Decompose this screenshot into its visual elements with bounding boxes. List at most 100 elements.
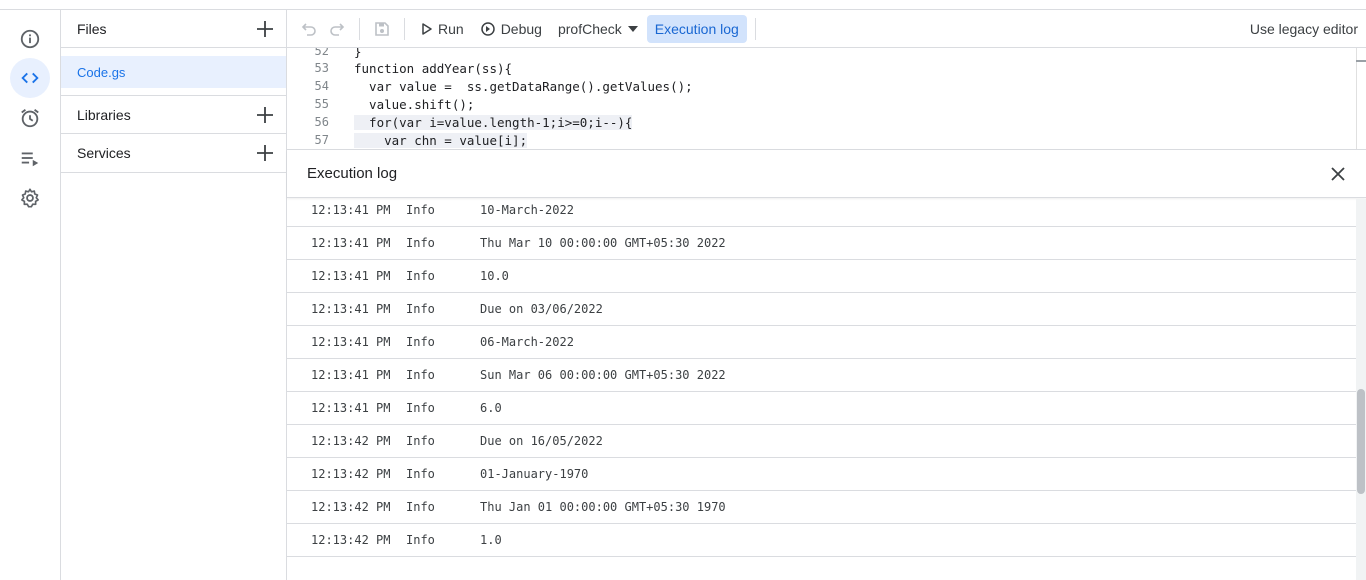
editor-scrollbar[interactable] xyxy=(1356,48,1366,150)
log-time: 12:13:41 PM xyxy=(311,335,391,349)
redo-icon xyxy=(330,22,345,36)
code-icon xyxy=(21,72,39,84)
log-message: 06-March-2022 xyxy=(480,335,574,349)
line-number: 56 xyxy=(314,115,329,129)
log-time: 12:13:42 PM xyxy=(311,434,391,448)
log-message: 01-January-1970 xyxy=(480,467,589,481)
execution-log-panel: Execution log 12:13:41 PM Info 10-March-20… xyxy=(287,149,1366,580)
save-button[interactable] xyxy=(368,15,396,43)
code-line: 54 var value = ss.getDataRange().getValu… xyxy=(287,77,1347,95)
files-title: Files xyxy=(77,20,107,37)
log-message: 1.0 xyxy=(480,533,502,547)
log-time: 12:13:41 PM xyxy=(311,236,391,250)
add-service-button[interactable] xyxy=(254,142,276,164)
code-editor[interactable]: 52 } 53 function addYear(ss){ 54 var val… xyxy=(287,48,1366,150)
log-level: Info xyxy=(406,368,435,382)
settings-button[interactable] xyxy=(10,178,50,218)
file-item-code-gs[interactable]: Code.gs xyxy=(61,56,286,88)
log-time: 12:13:41 PM xyxy=(311,269,391,283)
log-row: 12:13:41 PM Info Due on 03/06/2022 xyxy=(287,293,1356,326)
debug-label: Debug xyxy=(500,20,542,37)
editor-scrollbar-thumb[interactable] xyxy=(1356,60,1366,62)
log-message: Thu Mar 10 00:00:00 GMT+05:30 2022 xyxy=(480,236,726,250)
redo-button[interactable] xyxy=(323,15,351,43)
code-line: 57 var chn = value[i]; xyxy=(287,131,1347,149)
editor-button[interactable] xyxy=(10,58,50,98)
log-message: Due on 16/05/2022 xyxy=(480,434,603,448)
dropdown-arrow-icon xyxy=(627,25,638,32)
files-header: Files xyxy=(61,10,286,48)
log-time: 12:13:42 PM xyxy=(311,533,391,547)
line-number: 54 xyxy=(314,79,329,93)
code-text: var value = ss.getDataRange().getValues(… xyxy=(354,78,693,94)
line-number: 57 xyxy=(314,133,329,147)
plus-icon xyxy=(257,145,273,161)
log-row: 12:13:41 PM Info 06-March-2022 xyxy=(287,326,1356,359)
run-label: Run xyxy=(438,20,464,37)
log-time: 12:13:41 PM xyxy=(311,401,391,415)
files-panel: Files Code.gs Libraries Services xyxy=(61,10,287,580)
log-row: 12:13:42 PM Info 1.0 xyxy=(287,524,1356,557)
add-library-button[interactable] xyxy=(254,104,276,126)
debug-button[interactable]: Debug xyxy=(472,15,550,43)
executions-button[interactable] xyxy=(10,138,50,178)
run-button[interactable]: Run xyxy=(413,15,472,43)
undo-button[interactable] xyxy=(295,15,323,43)
execution-log-header: Execution log xyxy=(287,150,1366,198)
add-file-button[interactable] xyxy=(254,18,276,40)
execution-log-title: Execution log xyxy=(307,165,398,182)
executions-list-icon xyxy=(21,152,39,167)
log-row: 12:13:41 PM Info Sun Mar 06 00:00:00 GMT+0… xyxy=(287,359,1356,392)
toolbar-divider xyxy=(359,17,360,40)
log-level: Info xyxy=(406,467,435,481)
triggers-button[interactable] xyxy=(10,98,50,138)
editor-toolbar: Run Debug profCheck Execution log Use le… xyxy=(287,10,1366,48)
line-number: 52 xyxy=(314,48,329,58)
log-level: Info xyxy=(406,434,435,448)
log-level: Info xyxy=(406,533,435,547)
overview-button[interactable] xyxy=(10,19,50,59)
code-line: 56 for(var i=value.length-1;i>=0;i--){ xyxy=(287,113,1347,131)
log-row: 12:13:41 PM Info 10.0 xyxy=(287,260,1356,293)
log-time: 12:13:41 PM xyxy=(311,302,391,316)
libraries-section[interactable]: Libraries xyxy=(61,95,286,134)
log-message: Thu Jan 01 00:00:00 GMT+05:30 1970 xyxy=(480,500,726,514)
services-label: Services xyxy=(77,145,131,161)
log-time: 12:13:41 PM xyxy=(311,203,391,217)
debug-icon xyxy=(480,21,495,36)
log-level: Info xyxy=(406,500,435,514)
left-rail xyxy=(0,10,61,580)
libraries-label: Libraries xyxy=(77,106,131,123)
log-row: 12:13:42 PM Info Due on 16/05/2022 xyxy=(287,425,1356,458)
log-row: 12:13:41 PM Info Thu Mar 10 00:00:00 GMT+0… xyxy=(287,227,1356,260)
log-level: Info xyxy=(406,203,435,217)
close-log-button[interactable] xyxy=(1326,162,1350,186)
log-message: 10.0 xyxy=(480,269,509,283)
log-scrollbar[interactable] xyxy=(1356,199,1366,580)
log-level: Info xyxy=(406,269,435,283)
function-select[interactable]: profCheck xyxy=(550,15,647,43)
code-text: var chn = value[i]; xyxy=(354,132,528,148)
log-time: 12:13:42 PM xyxy=(311,500,391,514)
info-icon xyxy=(20,29,40,49)
log-level: Info xyxy=(406,335,435,349)
log-level: Info xyxy=(406,236,435,250)
gear-icon xyxy=(21,188,39,208)
execution-log-button[interactable]: Execution log xyxy=(646,14,747,43)
log-message: Due on 03/06/2022 xyxy=(480,302,603,316)
log-scrollbar-thumb[interactable] xyxy=(1357,389,1365,494)
toolbar-divider xyxy=(404,17,405,40)
toolbar-divider xyxy=(754,17,756,40)
log-message: 10-March-2022 xyxy=(480,203,574,217)
play-icon xyxy=(422,22,432,35)
line-number: 53 xyxy=(314,61,329,75)
code-text: } xyxy=(354,48,362,59)
log-message: Sun Mar 06 00:00:00 GMT+05:30 2022 xyxy=(480,368,726,382)
execution-log-list: 12:13:41 PM Info 10-March-2022 12:13:41 PM I… xyxy=(287,199,1356,580)
log-time: 12:13:41 PM xyxy=(311,368,391,382)
services-section[interactable]: Services xyxy=(61,134,286,173)
log-row: 12:13:41 PM Info 6.0 xyxy=(287,392,1356,425)
save-icon xyxy=(375,21,389,36)
use-legacy-editor-button[interactable]: Use legacy editor xyxy=(1250,21,1358,37)
alarm-clock-icon xyxy=(21,109,39,128)
